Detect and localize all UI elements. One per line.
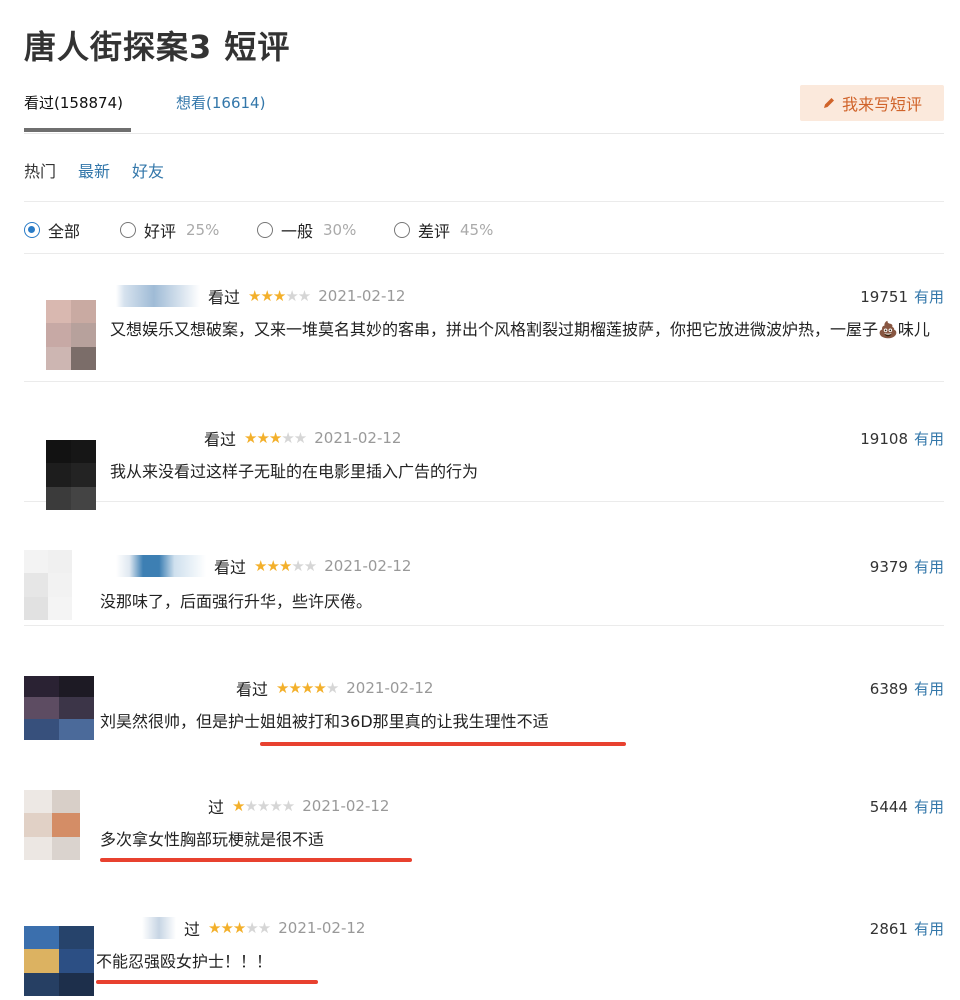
user-avatar[interactable] <box>46 300 96 370</box>
filter-all[interactable]: 全部 <box>24 218 80 242</box>
write-review-button[interactable]: 我来写短评 <box>800 85 944 121</box>
useful-button[interactable]: 有用 <box>914 680 944 698</box>
sort-bar: 热门 最新 好友 <box>24 158 944 202</box>
highlight-underline <box>260 742 626 746</box>
useful-button[interactable]: 有用 <box>914 798 944 816</box>
filter-bad-label: 差评 <box>418 222 451 241</box>
tab-wish[interactable]: 想看(16614) <box>176 92 265 113</box>
review-meta: 看过 ★★★★★ 2021-02-12 <box>116 554 411 578</box>
username-blurred[interactable] <box>116 285 200 307</box>
radio-icon <box>120 222 136 238</box>
review-text: 又想娱乐又想破案，又来一堆莫名其妙的客串，拼出个风格割裂过期榴莲披萨，你把它放进… <box>110 320 930 339</box>
useful-button[interactable]: 有用 <box>914 558 944 576</box>
watch-status: 看过 <box>214 558 247 577</box>
username-blurred[interactable] <box>142 917 176 939</box>
filter-neutral-percent: 30% <box>323 221 357 239</box>
vote-count: 19751 <box>860 288 908 306</box>
watch-status: 看过 <box>208 288 241 307</box>
useful-button[interactable]: 有用 <box>914 920 944 938</box>
filter-good-percent: 25% <box>186 221 220 239</box>
review-date: 2021-02-12 <box>346 679 434 697</box>
vote-area: 5444 有用 <box>870 796 944 817</box>
vote-area: 9379 有用 <box>870 556 944 577</box>
review-item: 看过 ★★★★★ 2021-02-12 9379 有用 没那味了，后面强行升华，些… <box>24 540 944 626</box>
rating-filter: 全部 好评 25% 一般 30% 差评 45% <box>24 214 944 254</box>
filter-good-label: 好评 <box>144 222 177 241</box>
watch-status: 看过 <box>236 680 269 699</box>
review-item: 看过 ★★★★★ 2021-02-12 6389 有用 刘昊然很帅，但是护士姐姐被… <box>24 664 944 754</box>
rating-stars: ★★★★★ <box>254 557 317 575</box>
user-avatar[interactable] <box>24 550 72 620</box>
review-text: 没那味了，后面强行升华，些许厌倦。 <box>100 592 373 611</box>
rating-stars: ★★★★★ <box>232 797 295 815</box>
watch-status: 过 <box>208 798 225 817</box>
filter-bad[interactable]: 差评 45% <box>394 218 493 242</box>
vote-count: 2861 <box>869 920 908 938</box>
review-item: 看过 ★★★★★ 2021-02-12 19751 有用 又想娱乐又想破案，又来一… <box>24 270 944 382</box>
review-date: 2021-02-12 <box>278 919 366 937</box>
review-item: 看过 ★★★★★ 2021-02-12 19108 有用 我从来没看过这样子无耻的… <box>24 410 944 510</box>
radio-checked-icon <box>24 222 40 238</box>
review-meta: 看过 ★★★★★ 2021-02-12 <box>236 676 433 700</box>
review-item: 过 ★★★★★ 2021-02-12 2861 有用 不能忍强殴女护士！！！ <box>24 906 944 996</box>
review-meta: 过 ★★★★★ 2021-02-12 <box>142 916 365 940</box>
review-date: 2021-02-12 <box>302 797 390 815</box>
pencil-icon <box>823 98 834 108</box>
vote-area: 19751 有用 <box>860 286 944 307</box>
review-meta: 看过 ★★★★★ 2021-02-12 <box>204 426 401 450</box>
filter-good[interactable]: 好评 25% <box>120 218 219 242</box>
rating-stars: ★★★★★ <box>244 429 307 447</box>
rating-stars: ★★★★★ <box>208 919 271 937</box>
review-date: 2021-02-12 <box>314 429 402 447</box>
review-date: 2021-02-12 <box>324 557 412 575</box>
vote-area: 2861 有用 <box>870 918 944 939</box>
filter-all-label: 全部 <box>48 222 81 241</box>
vote-count: 9379 <box>869 558 908 576</box>
rating-stars: ★★★★★ <box>248 287 311 305</box>
highlight-underline <box>100 858 412 862</box>
active-tab-indicator <box>24 128 131 132</box>
vote-area: 19108 有用 <box>860 428 944 449</box>
vote-count: 19108 <box>860 430 908 448</box>
filter-bad-percent: 45% <box>460 221 494 239</box>
review-text: 多次拿女性胸部玩梗就是很不适 <box>100 830 325 849</box>
review-meta: 看过 ★★★★★ 2021-02-12 <box>116 284 405 308</box>
radio-icon <box>257 222 273 238</box>
review-item: 过 ★★★★★ 2021-02-12 5444 有用 多次拿女性胸部玩梗就是很不适 <box>24 786 944 870</box>
user-avatar[interactable] <box>24 926 94 996</box>
user-avatar[interactable] <box>24 676 94 740</box>
watch-status: 看过 <box>204 430 237 449</box>
vote-count: 5444 <box>869 798 908 816</box>
write-review-label: 我来写短评 <box>841 95 922 114</box>
highlight-underline <box>96 980 318 984</box>
vote-count: 6389 <box>869 680 908 698</box>
rating-stars: ★★★★★ <box>276 679 339 697</box>
review-text: 刘昊然很帅，但是护士姐姐被打和36D那里真的让我生理性不适 <box>100 712 549 731</box>
radio-icon <box>394 222 410 238</box>
page-title: 唐人街探案3 短评 <box>24 28 291 66</box>
review-text: 我从来没看过这样子无耻的在电影里插入广告的行为 <box>110 462 479 481</box>
filter-neutral-label: 一般 <box>281 222 314 241</box>
user-avatar[interactable] <box>46 440 96 510</box>
user-avatar[interactable] <box>24 790 80 860</box>
useful-button[interactable]: 有用 <box>914 288 944 306</box>
username-blurred[interactable] <box>116 555 206 577</box>
review-text: 不能忍强殴女护士！！！ <box>96 952 273 971</box>
watch-status: 过 <box>184 920 201 939</box>
filter-neutral[interactable]: 一般 30% <box>257 218 356 242</box>
tab-bar: 看过(158874) 想看(16614) 我来写短评 <box>24 85 944 134</box>
review-date: 2021-02-12 <box>318 287 406 305</box>
sort-hot[interactable]: 热门 <box>24 158 56 182</box>
tab-watched[interactable]: 看过(158874) <box>24 92 123 113</box>
useful-button[interactable]: 有用 <box>914 430 944 448</box>
sort-friends[interactable]: 好友 <box>132 158 164 182</box>
sort-latest[interactable]: 最新 <box>78 158 110 182</box>
review-meta: 过 ★★★★★ 2021-02-12 <box>208 794 389 818</box>
vote-area: 6389 有用 <box>870 678 944 699</box>
